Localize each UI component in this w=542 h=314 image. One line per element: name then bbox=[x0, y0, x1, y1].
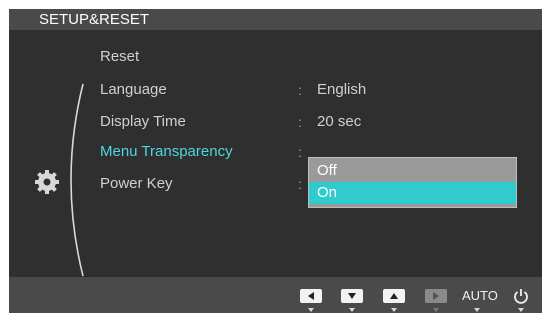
dropdown-option-off[interactable]: Off bbox=[309, 160, 516, 182]
power-icon[interactable] bbox=[513, 287, 529, 305]
dropdown-option-on[interactable]: On bbox=[309, 182, 516, 204]
up-button[interactable] bbox=[383, 289, 405, 303]
button-pointer bbox=[349, 308, 355, 312]
up-arrow-icon bbox=[390, 293, 398, 299]
left-arrow-icon bbox=[308, 292, 314, 300]
auto-button[interactable]: AUTO bbox=[462, 288, 498, 304]
left-button[interactable] bbox=[300, 289, 322, 303]
gear-icon bbox=[35, 170, 59, 194]
decorative-arc bbox=[70, 83, 84, 277]
button-pointer bbox=[474, 308, 480, 312]
button-pointer bbox=[391, 308, 397, 312]
separator: : bbox=[298, 82, 302, 98]
title-bar: SETUP&RESET bbox=[9, 9, 542, 30]
language-value: English bbox=[317, 81, 367, 98]
osd-window: SETUP&RESET Reset Language : English Dis bbox=[9, 9, 542, 313]
separator: : bbox=[298, 176, 302, 192]
separator: : bbox=[298, 114, 302, 130]
button-pointer bbox=[518, 308, 524, 312]
menu-item-menu-transparency[interactable]: Menu Transparency bbox=[100, 143, 233, 161]
menu-item-display-time[interactable]: Display Time bbox=[100, 113, 186, 131]
page-title: SETUP&RESET bbox=[39, 11, 150, 28]
menu-item-language[interactable]: Language bbox=[100, 81, 167, 99]
down-button[interactable] bbox=[341, 289, 363, 303]
right-arrow-icon bbox=[433, 292, 439, 300]
separator: : bbox=[298, 144, 302, 160]
menu-item-power-key[interactable]: Power Key bbox=[100, 175, 173, 193]
button-pointer bbox=[433, 308, 439, 312]
display-time-value: 20 sec bbox=[317, 113, 362, 130]
button-pointer bbox=[308, 308, 314, 312]
menu-panel: Reset Language : English Display Time : … bbox=[9, 30, 542, 277]
footer-button-bar: AUTO bbox=[9, 277, 542, 313]
down-arrow-icon bbox=[348, 293, 356, 299]
right-button[interactable] bbox=[425, 289, 447, 303]
menu-item-reset[interactable]: Reset bbox=[100, 48, 139, 66]
transparency-dropdown[interactable]: Off On bbox=[308, 157, 517, 208]
